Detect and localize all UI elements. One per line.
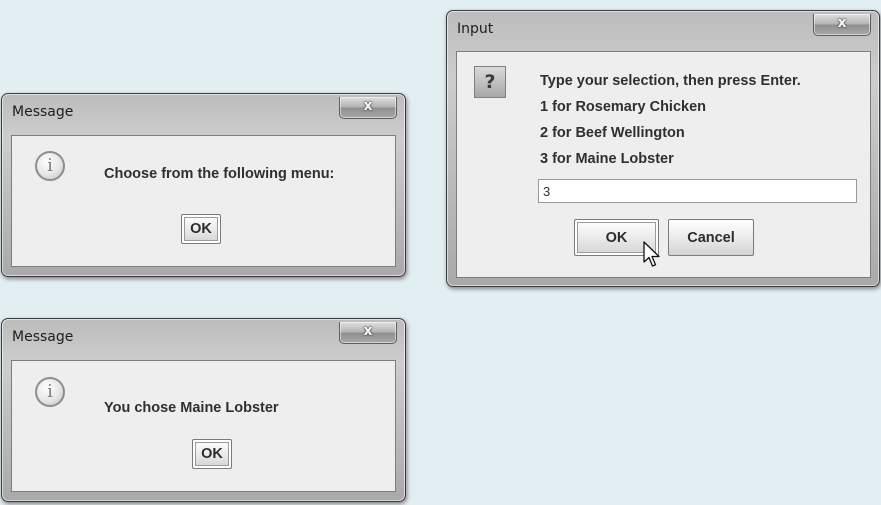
dialog-body: i You chose Maine Lobster OK (11, 360, 396, 492)
dialog-body: i Choose from the following menu: OK (11, 135, 396, 267)
window-title: Message (12, 104, 74, 120)
message-text: You chose Maine Lobster (104, 400, 279, 416)
title-bar[interactable]: Input x (447, 11, 879, 47)
menu-option-3: 3 for Maine Lobster (540, 151, 674, 167)
mouse-pointer-icon (643, 241, 660, 267)
information-icon: i (35, 377, 65, 407)
close-button[interactable]: x (813, 14, 871, 36)
information-icon: i (35, 151, 65, 181)
ok-button[interactable]: OK (181, 214, 221, 244)
question-icon: ? (474, 66, 506, 98)
title-bar[interactable]: Message x (2, 319, 405, 355)
selection-input[interactable] (538, 179, 857, 203)
title-bar[interactable]: Message x (2, 94, 405, 130)
close-icon: x (363, 98, 373, 114)
window-title: Input (457, 21, 494, 37)
ok-button[interactable]: OK (192, 439, 232, 469)
prompt-line: Type your selection, then press Enter. (540, 73, 801, 89)
menu-option-1: 1 for Rosemary Chicken (540, 99, 707, 115)
close-button[interactable]: x (339, 97, 397, 119)
cancel-button[interactable]: Cancel (668, 219, 754, 256)
close-icon: x (363, 323, 373, 339)
window-title: Message (12, 329, 74, 345)
menu-option-2: 2 for Beef Wellington (540, 125, 685, 141)
message-dialog-result: Message x i You chose Maine Lobster OK (1, 318, 406, 502)
dialog-body: ? Type your selection, then press Enter.… (456, 51, 871, 278)
message-dialog-menu: Message x i Choose from the following me… (1, 93, 406, 277)
close-button[interactable]: x (339, 322, 397, 344)
input-dialog: Input x ? Type your selection, then pres… (446, 10, 880, 287)
message-text: Choose from the following menu: (104, 166, 335, 182)
close-icon: x (837, 15, 847, 31)
